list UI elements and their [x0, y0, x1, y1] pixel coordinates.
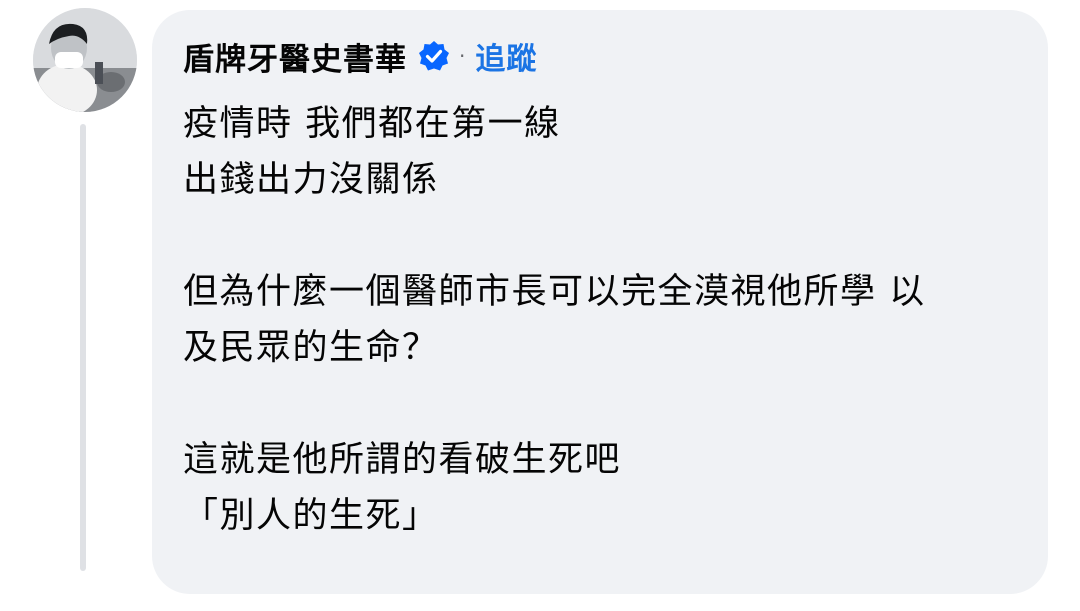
author-name[interactable]: 盾牌牙醫史書華 [183, 34, 407, 79]
separator-dot: · [459, 44, 466, 68]
comment-line: 「別人的生死」 [183, 496, 439, 536]
avatar[interactable] [33, 8, 137, 112]
verified-badge-icon [417, 39, 451, 73]
comment-line: 但為什麼一個醫師市長可以完全漠視他所學 以 [183, 272, 926, 312]
comment-blank-line [183, 208, 1023, 264]
comment-blank-line [183, 376, 1023, 432]
comment-header: 盾牌牙醫史書華 · 追蹤 [183, 34, 537, 78]
comment-line: 疫情時 我們都在第一線 [183, 104, 561, 144]
thread-line [80, 124, 86, 571]
avatar-photo [33, 8, 137, 112]
comment-text: 疫情時 我們都在第一線 出錢出力沒關係 但為什麼一個醫師市長可以完全漠視他所學 … [183, 96, 1023, 544]
follow-button[interactable]: 追蹤 [475, 34, 537, 78]
comment-line: 及民眾的生命？ [183, 328, 439, 368]
comment-line: 這就是他所謂的看破生死吧 [183, 440, 622, 480]
comment-line: 出錢出力沒關係 [183, 160, 439, 200]
